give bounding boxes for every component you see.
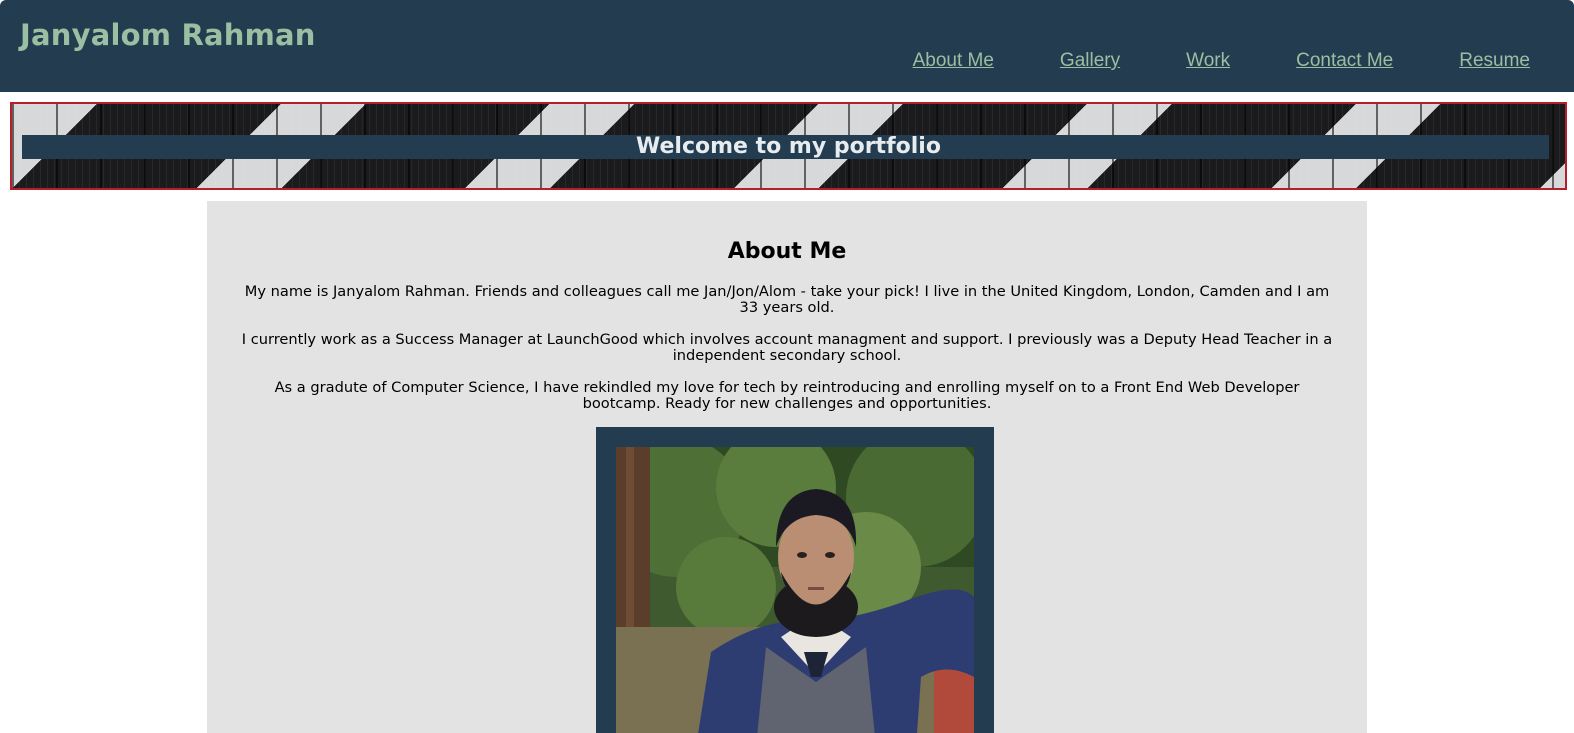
about-heading: About Me xyxy=(727,239,847,264)
about-paragraph-education: As a gradute of Computer Science, I have… xyxy=(274,379,1300,412)
about-paragraph-intro: My name is Janyalom Rahman. Friends and … xyxy=(244,283,1330,316)
profile-photo-illustration xyxy=(616,447,974,733)
main-nav: About Me Gallery Work Contact Me Resume xyxy=(913,50,1530,72)
banner-title: Welcome to my portfolio xyxy=(636,134,941,159)
page: Janyalom Rahman About Me Gallery Work Co… xyxy=(0,0,1574,733)
site-header: Janyalom Rahman About Me Gallery Work Co… xyxy=(0,0,1574,92)
nav-link-resume[interactable]: Resume xyxy=(1459,50,1530,72)
profile-photo xyxy=(616,447,974,733)
profile-photo-frame xyxy=(596,427,994,733)
about-paragraph-work: I currently work as a Success Manager at… xyxy=(241,331,1333,364)
hero-banner: Welcome to my portfolio xyxy=(10,102,1567,190)
site-title: Janyalom Rahman xyxy=(20,18,316,52)
nav-link-about-me[interactable]: About Me xyxy=(913,50,994,72)
nav-link-contact-me[interactable]: Contact Me xyxy=(1296,50,1393,72)
about-section: About Me My name is Janyalom Rahman. Fri… xyxy=(207,201,1367,733)
nav-link-work[interactable]: Work xyxy=(1186,50,1230,72)
nav-link-gallery[interactable]: Gallery xyxy=(1060,50,1120,72)
